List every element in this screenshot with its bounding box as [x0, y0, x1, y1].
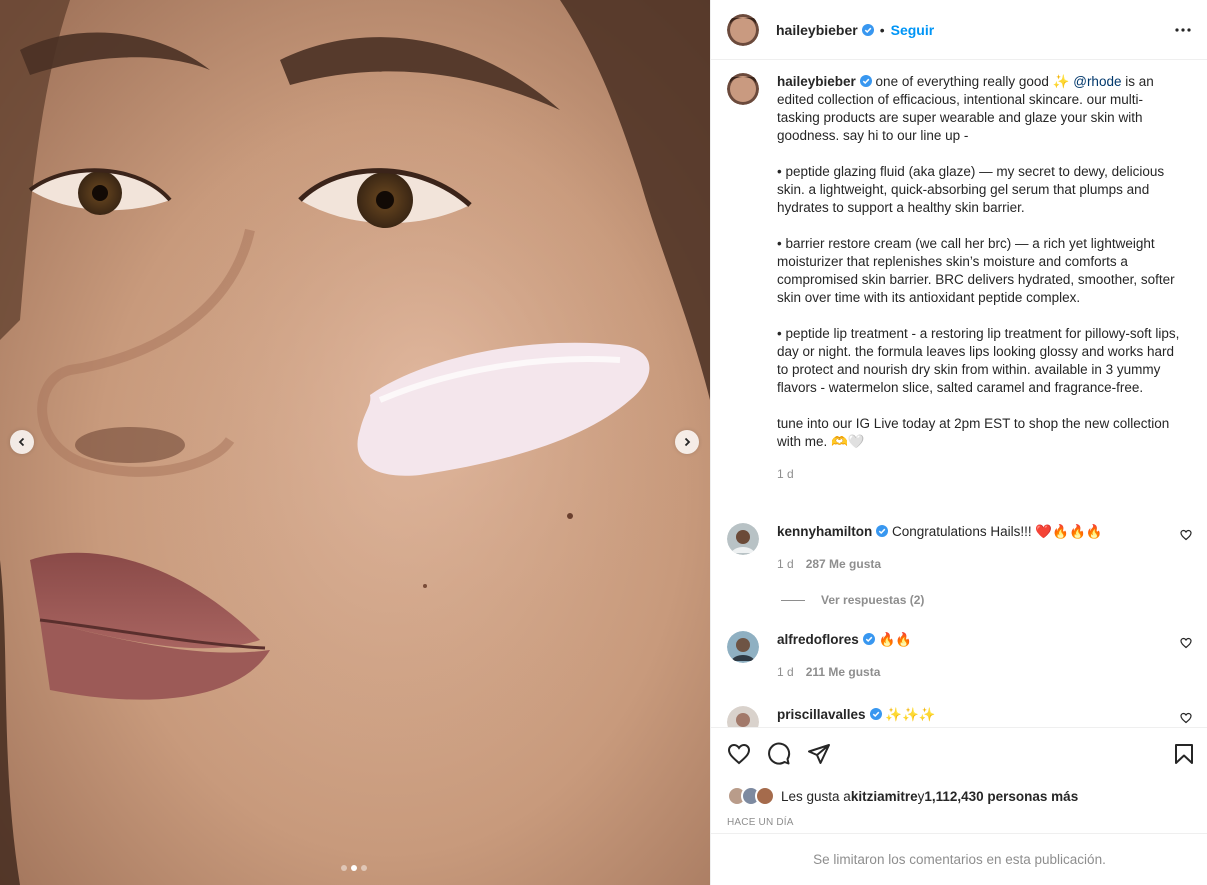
carousel-dot	[361, 865, 367, 871]
comment-text: Congratulations Hails!!! ❤️🔥🔥🔥	[888, 524, 1103, 539]
chevron-right-icon	[684, 437, 691, 447]
verified-badge-icon	[861, 23, 874, 36]
commenter-avatar[interactable]	[727, 706, 759, 727]
header-separator: •	[879, 21, 885, 38]
post-header: haileybieber • Seguir	[711, 0, 1207, 60]
commenter-username[interactable]: kennyhamilton	[777, 524, 872, 539]
commenter-username[interactable]: priscillavalles	[777, 707, 866, 722]
liker-avatars	[727, 786, 775, 806]
carousel-dot	[341, 865, 347, 871]
commenter-avatar[interactable]	[727, 631, 759, 663]
verified-badge-icon	[859, 75, 872, 87]
follow-button[interactable]: Seguir	[891, 22, 935, 38]
post-dialog: haileybieber • Seguir haileybieber one o…	[0, 0, 1207, 885]
comment-button[interactable]	[767, 742, 791, 766]
previous-image-button[interactable]	[10, 430, 34, 454]
caption-mention-link[interactable]: @rhode	[1073, 74, 1121, 89]
comment-timestamp[interactable]: 1 d	[777, 557, 794, 571]
comment-text: 🔥🔥	[874, 632, 913, 647]
post-actions: Les gusta a kitziamitre y 1,112,430 pers…	[711, 727, 1207, 833]
save-button[interactable]	[1172, 742, 1196, 766]
comments-limited-notice: Se limitaron los comentarios en esta pub…	[711, 833, 1207, 885]
comment-text: ✨✨✨	[881, 707, 936, 722]
post-photo	[0, 0, 710, 885]
likes-count[interactable]: 1,112,430 personas más	[924, 789, 1078, 804]
comment-likes[interactable]: 287 Me gusta	[806, 557, 881, 571]
caption: haileybieber one of everything really go…	[727, 73, 1192, 483]
likes-summary: Les gusta a kitziamitre y 1,112,430 pers…	[727, 786, 1078, 806]
more-options-button[interactable]	[1174, 20, 1192, 40]
view-replies-label: Ver respuestas (2)	[821, 593, 925, 607]
like-comment-icon[interactable]	[1180, 529, 1192, 541]
commenter-username[interactable]: alfredoflores	[777, 632, 859, 647]
caption-paragraph: tune into our IG Live today at 2pm EST t…	[777, 416, 1173, 449]
verified-badge-icon	[862, 633, 875, 645]
likes-middle: y	[917, 788, 925, 804]
liker-username[interactable]: kitziamitre	[851, 789, 918, 804]
view-replies-button[interactable]: Ver respuestas (2)	[781, 593, 924, 607]
caption-intro: one of everything really good ✨	[871, 74, 1074, 89]
post-age[interactable]: Hace un día	[727, 817, 794, 828]
caption-paragraph: • peptide glazing fluid (aka glaze) — my…	[777, 164, 1168, 215]
caption-text: haileybieber one of everything really go…	[777, 73, 1182, 483]
more-horizontal-icon	[1175, 28, 1191, 32]
caption-paragraph: • barrier restore cream (we call her brc…	[777, 236, 1179, 305]
commenter-avatar[interactable]	[727, 523, 759, 555]
caption-avatar[interactable]	[727, 73, 759, 105]
share-button[interactable]	[807, 742, 831, 766]
author-avatar[interactable]	[727, 13, 759, 46]
heart-icon	[727, 743, 751, 765]
chevron-left-icon	[18, 437, 25, 447]
bookmark-icon	[1175, 744, 1193, 764]
caption-username[interactable]: haileybieber	[777, 74, 856, 89]
comment-item: kennyhamilton Congratulations Hails!!! ❤…	[727, 523, 1192, 573]
carousel-indicator	[341, 865, 367, 871]
like-comment-icon[interactable]	[1180, 637, 1192, 649]
post-side-panel: haileybieber • Seguir haileybieber one o…	[710, 0, 1207, 885]
verified-badge-icon	[869, 708, 882, 720]
paper-plane-icon	[808, 744, 830, 764]
post-media[interactable]	[0, 0, 710, 885]
like-button[interactable]	[727, 742, 751, 766]
likes-prefix: Les gusta a	[781, 788, 851, 804]
replies-divider	[781, 599, 805, 601]
comment-bubble-icon	[768, 742, 791, 765]
comment-timestamp[interactable]: 1 d	[777, 665, 794, 679]
liker-avatar	[755, 786, 775, 806]
caption-paragraph: • peptide lip treatment - a restoring li…	[777, 326, 1184, 395]
caption-timestamp[interactable]: 1 d	[777, 465, 1182, 483]
carousel-dot-active	[351, 865, 357, 871]
comments-scroll-area[interactable]: haileybieber one of everything really go…	[711, 61, 1207, 727]
verified-badge-icon	[876, 525, 889, 537]
like-comment-icon[interactable]	[1180, 712, 1192, 724]
comment-likes[interactable]: 211 Me gusta	[806, 665, 881, 679]
author-username[interactable]: haileybieber	[776, 22, 858, 38]
next-image-button[interactable]	[675, 430, 699, 454]
comment-item: alfredoflores 🔥🔥 1 d 211 Me gusta	[727, 631, 1192, 681]
comment-item: priscillavalles ✨✨✨	[727, 706, 1192, 727]
